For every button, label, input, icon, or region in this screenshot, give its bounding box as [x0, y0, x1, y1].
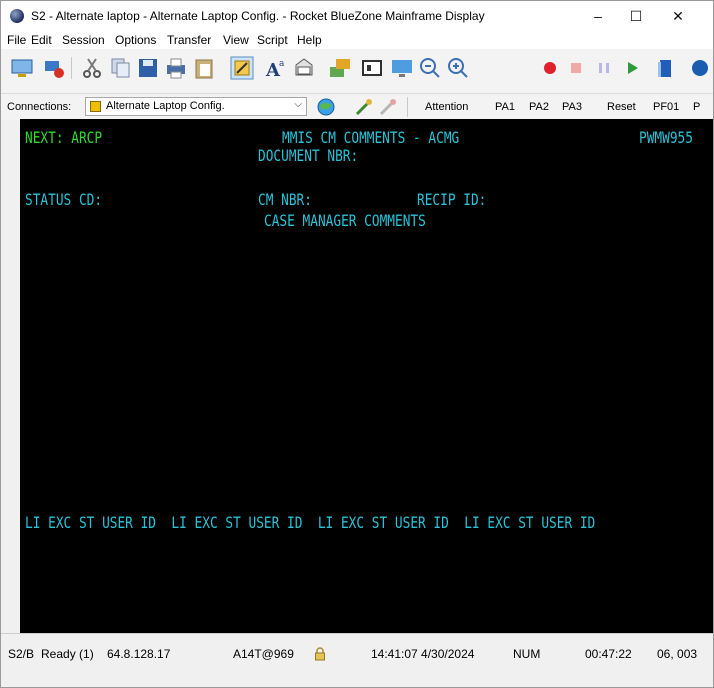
connections-bar: Connections: Alternate Laptop Config. ⌵ … [1, 93, 713, 120]
disconnect-plug-icon[interactable] [377, 96, 399, 118]
menu-view[interactable]: View [223, 33, 249, 47]
status-bar: S2/B Ready (1) 64.8.128.17 A14T@969 14:4… [1, 633, 713, 687]
menu-transfer[interactable]: Transfer [167, 33, 211, 47]
connections-label: Connections: [7, 101, 72, 113]
pf01-button[interactable]: PF01 [653, 101, 679, 113]
menu-options[interactable]: Options [115, 33, 156, 47]
pause-icon[interactable] [591, 55, 617, 81]
file-transfer-icon[interactable] [327, 55, 353, 81]
menu-edit[interactable]: Edit [31, 33, 52, 47]
disconnect-icon[interactable] [41, 55, 67, 81]
menu-help[interactable]: Help [297, 33, 322, 47]
menu-file[interactable]: File [7, 33, 26, 47]
connect-globe-icon[interactable] [315, 96, 337, 118]
maximize-button[interactable]: ☐ [613, 1, 659, 31]
host-address: 64.8.128.17 [107, 647, 171, 661]
close-button[interactable]: ✕ [655, 1, 701, 31]
elapsed-time: 00:47:22 [585, 647, 632, 661]
script-book-icon[interactable] [653, 55, 679, 81]
pf-overflow-button[interactable]: P [693, 101, 700, 113]
save-icon[interactable] [135, 55, 161, 81]
zoom-out-icon[interactable] [417, 55, 443, 81]
pa3-button[interactable]: PA3 [562, 101, 582, 113]
new-session-icon[interactable] [9, 55, 35, 81]
bluezone-window: S2 - Alternate laptop - Alternate Laptop… [0, 0, 714, 688]
cursor-position: 06, 003 [657, 647, 698, 661]
cut-icon[interactable] [79, 55, 105, 81]
keypad-icon[interactable] [359, 55, 385, 81]
print-icon[interactable] [163, 55, 189, 81]
attention-button[interactable]: Attention [425, 101, 468, 113]
help-globe-icon[interactable] [687, 55, 713, 81]
ready-status: Ready (1) [41, 647, 94, 661]
paste-icon[interactable] [191, 55, 217, 81]
num-lock-indicator: NUM [513, 647, 541, 661]
menu-script[interactable]: Script [257, 33, 288, 47]
case-manager-comments-heading: CASE MANAGER COMMENTS [264, 211, 426, 230]
stop-icon[interactable] [563, 55, 589, 81]
connection-selected-value: Alternate Laptop Config. [106, 100, 225, 112]
keyboard-map-icon[interactable] [291, 55, 317, 81]
menu-session[interactable]: Session [62, 33, 105, 47]
recip-id-label: RECIP ID: [417, 190, 487, 209]
reset-button[interactable]: Reset [607, 101, 636, 113]
edit-mode-icon[interactable] [229, 55, 255, 81]
toolbar: Aa [1, 49, 713, 93]
connection-select[interactable]: Alternate Laptop Config. ⌵ [85, 97, 307, 116]
pa2-button[interactable]: PA2 [529, 101, 549, 113]
document-nbr-label: DOCUMENT NBR: [258, 146, 359, 165]
secure-lock-icon [315, 647, 325, 661]
display-icon[interactable] [389, 55, 415, 81]
font-icon[interactable]: Aa [263, 55, 289, 81]
chevron-down-icon: ⌵ [294, 99, 302, 110]
play-icon[interactable] [619, 55, 645, 81]
screen-title: MMIS CM COMMENTS - ACMG [282, 128, 460, 147]
copy-icon[interactable] [107, 55, 133, 81]
comments-column-headers: LI EXC ST USER ID LI EXC ST USER ID LI E… [25, 513, 596, 532]
cm-nbr-label: CM NBR: [258, 190, 312, 209]
connect-icon[interactable] [353, 96, 375, 118]
window-title: S2 - Alternate laptop - Alternate Laptop… [31, 9, 485, 23]
bluezone-app-icon [10, 9, 24, 23]
terminal-screen[interactable]: NEXT: ARCP MMIS CM COMMENTS - ACMG PWMW9… [20, 119, 713, 633]
screen-id: PWMW955 [639, 128, 693, 147]
zoom-in-icon[interactable] [445, 55, 471, 81]
session-indicator: S2/B [8, 647, 35, 661]
next-command-field[interactable]: NEXT: ARCP [25, 129, 102, 147]
status-cd-label: STATUS CD: [25, 190, 103, 209]
title-bar: S2 - Alternate laptop - Alternate Laptop… [1, 1, 713, 31]
menu-bar: File Edit Session Options Transfer View … [1, 31, 713, 49]
pa1-button[interactable]: PA1 [495, 101, 515, 113]
device-name: A14T@969 [233, 647, 294, 661]
record-icon[interactable] [537, 55, 563, 81]
connection-lock-icon [90, 101, 101, 112]
date-time: 14:41:07 4/30/2024 [371, 647, 475, 661]
svg-text:a: a [279, 59, 285, 69]
